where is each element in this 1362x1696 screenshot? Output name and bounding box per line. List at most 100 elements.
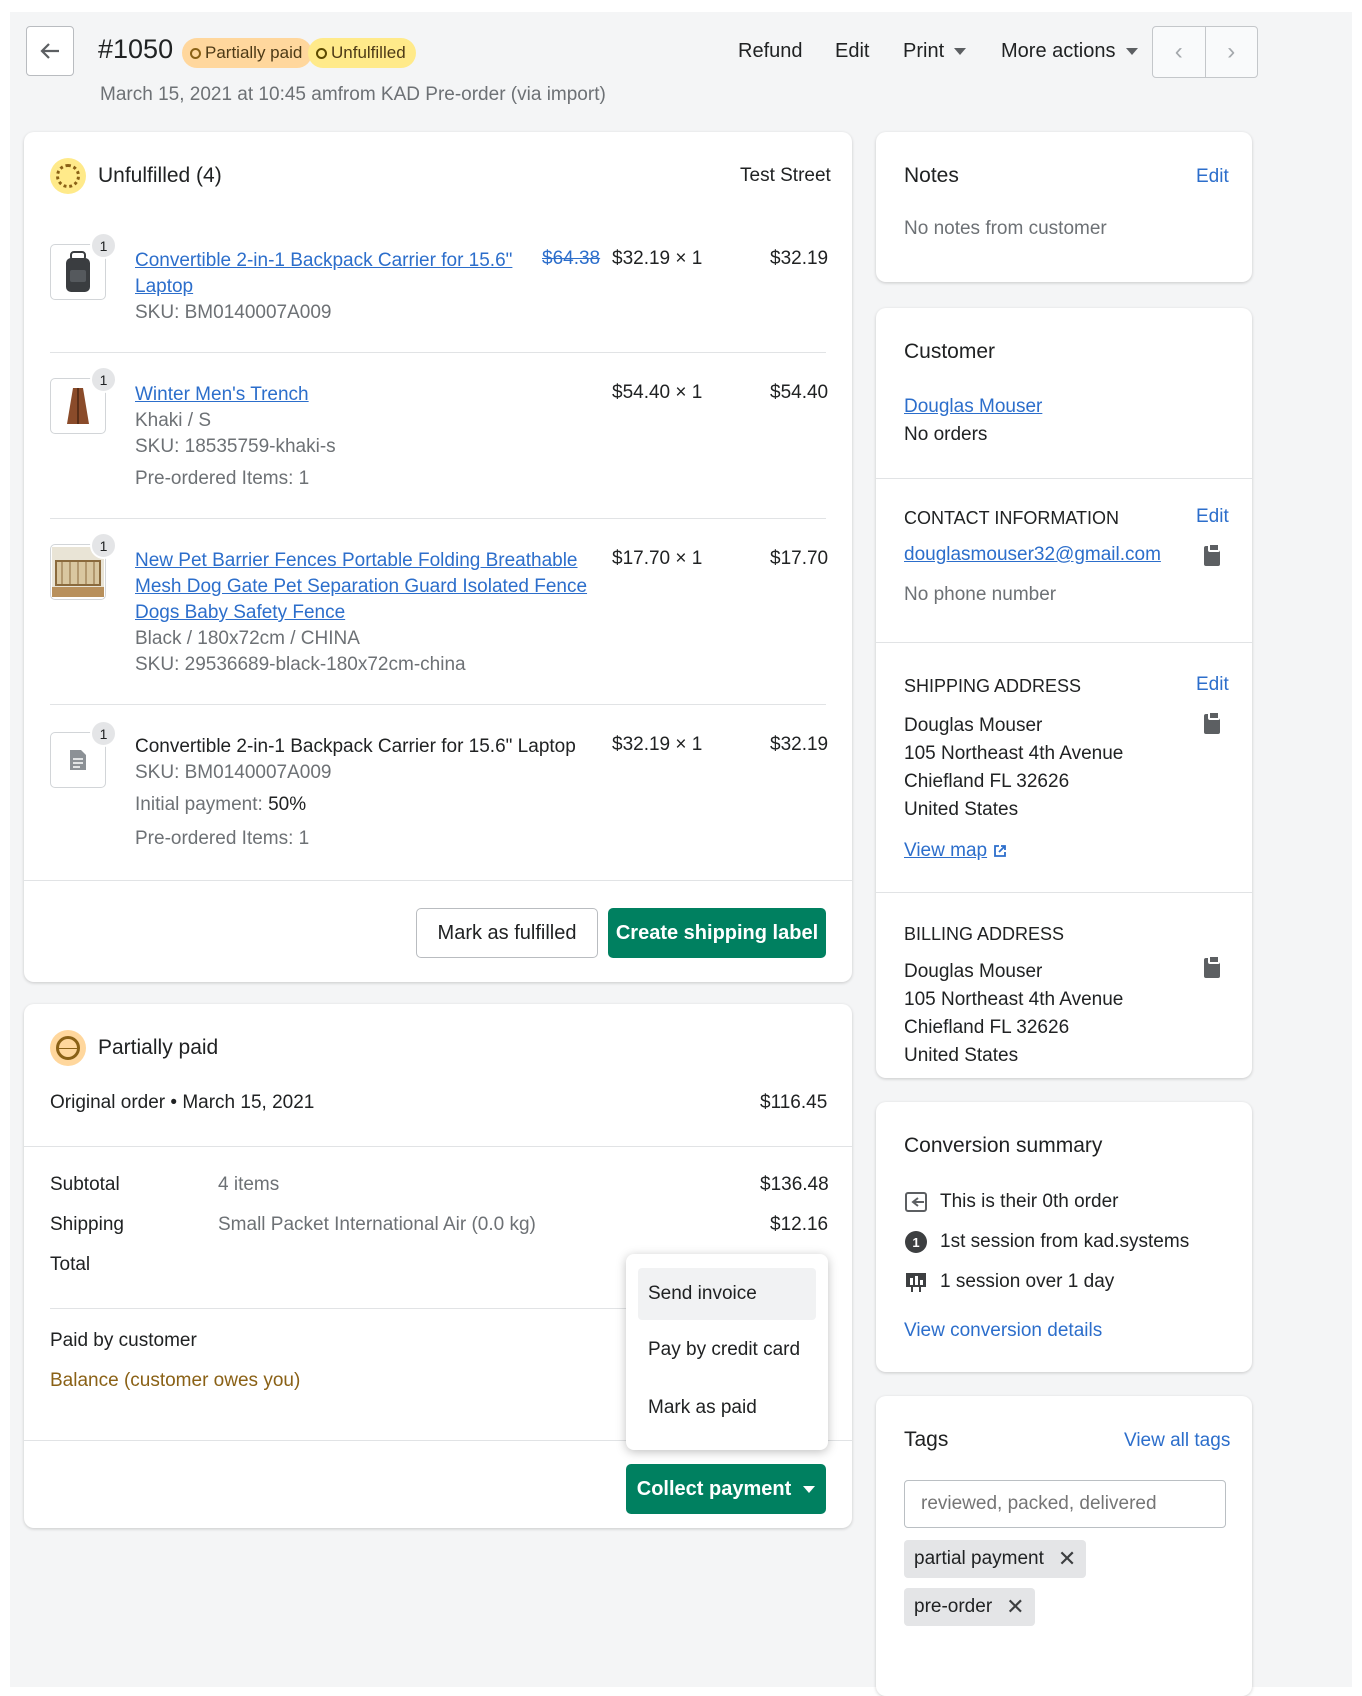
caret-down-icon [954,48,967,55]
conversion-title: Conversion summary [904,1134,1103,1157]
caret-down-icon [1125,48,1138,55]
print-button[interactable]: Print [903,40,967,63]
billing-address: Douglas Mouser 105 Northeast 4th Avenue … [904,961,1124,1066]
partial-circle-icon [190,47,201,59]
mark-as-fulfilled-button[interactable]: Mark as fulfilled [416,908,598,958]
quantity-badge: 1 [90,720,117,747]
mark-as-paid-option[interactable]: Mark as paid [638,1382,816,1434]
notes-title: Notes [904,164,959,187]
conversion-summary-card: Conversion summary This is their 0th ord… [876,1102,1252,1372]
order-page: #1050 Partially paid Unfulfilled March 1… [10,12,1352,1696]
fulfillment-location: Test Street [740,165,831,186]
shipping-edit-link[interactable]: Edit [1196,674,1229,696]
unfulfilled-icon [50,158,86,194]
notes-text: No notes from customer [904,218,1107,239]
clipboard-icon[interactable] [1204,711,1220,734]
divider [24,1146,852,1147]
line-item-3: New Pet Barrier Fences Portable Folding … [135,548,587,678]
more-actions-button[interactable]: More actions [1001,40,1138,63]
sku-text: SKU: 29536689-black-180x72cm-china [135,654,466,675]
divider [876,892,1252,893]
collect-payment-button[interactable]: Collect payment [626,1464,826,1514]
tags-title: Tags [904,1428,949,1451]
remove-tag-icon[interactable]: ✕ [1006,1594,1024,1620]
preorder-text: Pre-ordered Items: 1 [135,828,310,849]
balance-label: Balance (customer owes you) [50,1370,301,1391]
customer-name-link[interactable]: Douglas Mouser [904,396,1042,418]
quantity-badge: 1 [90,366,117,393]
subtotal-label: Subtotal [50,1174,120,1195]
order-number: #1050 [98,34,174,64]
product-link[interactable]: New Pet Barrier Fences Portable Folding … [135,548,587,574]
clipboard-icon[interactable] [1204,955,1220,978]
previous-order-button[interactable]: ‹ [1153,27,1206,77]
backpack-image [66,251,90,292]
customer-title: Customer [904,340,996,363]
sku-text: SKU: BM0140007A009 [135,762,332,783]
edit-order-button[interactable]: Edit [835,40,869,63]
clipboard-icon[interactable] [1204,543,1220,566]
shipping-label: Shipping [50,1214,124,1235]
unit-price: $54.40 × 1 [612,382,703,403]
original-order-text: Original order • March 15, 2021 [50,1092,315,1113]
svg-text:1: 1 [912,1235,919,1250]
original-price: $64.38 [542,248,601,269]
product-link-cont[interactable]: Dogs Baby Safety Fence [135,600,587,626]
chevron-right-icon: › [1227,38,1236,65]
shipping-address: Douglas Mouser 105 Northeast 4th Avenue … [904,715,1124,820]
chevron-left-icon: ‹ [1174,38,1183,65]
customer-orders: No orders [904,424,988,445]
line-item-4: Convertible 2-in-1 Backpack Carrier for … [135,734,576,852]
tag-chip: partial payment ✕ [904,1540,1087,1578]
remove-tag-icon[interactable]: ✕ [1058,1546,1076,1572]
order-pager: ‹ › [1152,26,1258,78]
view-all-tags-link[interactable]: View all tags [1124,1430,1230,1452]
line-item-2: Winter Men's Trench Khaki / S SKU: 18535… [135,382,336,492]
customer-email-link[interactable]: douglasmouser32@gmail.com [904,544,1161,566]
contact-edit-link[interactable]: Edit [1196,506,1229,528]
back-button[interactable] [26,26,74,76]
number-one-icon: 1 [905,1231,927,1253]
product-link-cont[interactable]: Mesh Dog Gate Pet Separation Guard Isola… [135,574,587,600]
tags-input[interactable] [904,1480,1226,1528]
next-order-button[interactable]: › [1206,27,1258,77]
product-link[interactable]: Convertible 2-in-1 Backpack Carrier for … [135,248,512,274]
fulfillment-status-badge: Unfulfilled [308,38,416,68]
return-customer-icon [905,1192,927,1212]
partially-paid-icon [50,1030,86,1066]
tags-card: Tags View all tags partial payment✕ pre-… [876,1396,1252,1696]
external-link-icon [994,845,1006,857]
shipping-address-title: SHIPPING ADDRESS [904,676,1082,696]
send-invoice-option[interactable]: Send invoice [638,1268,816,1320]
unfulfilled-title: Unfulfilled (4) [98,164,222,187]
create-shipping-label-button[interactable]: Create shipping label [608,908,826,958]
product-link[interactable]: Winter Men's Trench [135,382,336,408]
original-order-amount: $116.45 [760,1092,828,1113]
pay-by-credit-card-option[interactable]: Pay by credit card [638,1324,816,1376]
unit-price: $32.19 × 1 [612,734,703,755]
view-conversion-details-link[interactable]: View conversion details [904,1320,1102,1342]
billing-address-title: BILLING ADDRESS [904,924,1065,944]
divider [50,518,826,519]
refund-button[interactable]: Refund [738,40,803,63]
order-subtitle: March 15, 2021 at 10:45 amfrom KAD Pre-o… [100,84,606,105]
subtotal-desc: 4 items [218,1174,280,1195]
subtotal-value: $136.48 [760,1174,829,1195]
sku-text: SKU: 18535759-khaki-s [135,436,336,457]
notes-card: Notes Edit No notes from customer [876,132,1252,282]
total-label: Total [50,1254,91,1275]
view-map-link[interactable]: View map [904,840,1007,862]
variant-text: Black / 180x72cm / CHINA [135,628,360,649]
divider [50,352,826,353]
customer-card: Customer Douglas Mouser No orders CONTAC… [876,308,1252,1078]
conversion-row-orders: This is their 0th order [904,1190,1118,1214]
product-link-cont[interactable]: Laptop [135,274,512,300]
unit-price: $32.19 × 1 [612,248,703,269]
divider [24,880,852,881]
notes-edit-link[interactable]: Edit [1196,166,1229,188]
initial-payment-text: Initial payment: 50% [135,794,307,815]
payment-status-badge: Partially paid [182,38,313,68]
line-item-1: Convertible 2-in-1 Backpack Carrier for … [135,248,512,326]
shipping-desc: Small Packet International Air (0.0 kg) [218,1214,536,1235]
quantity-badge: 1 [90,532,117,559]
